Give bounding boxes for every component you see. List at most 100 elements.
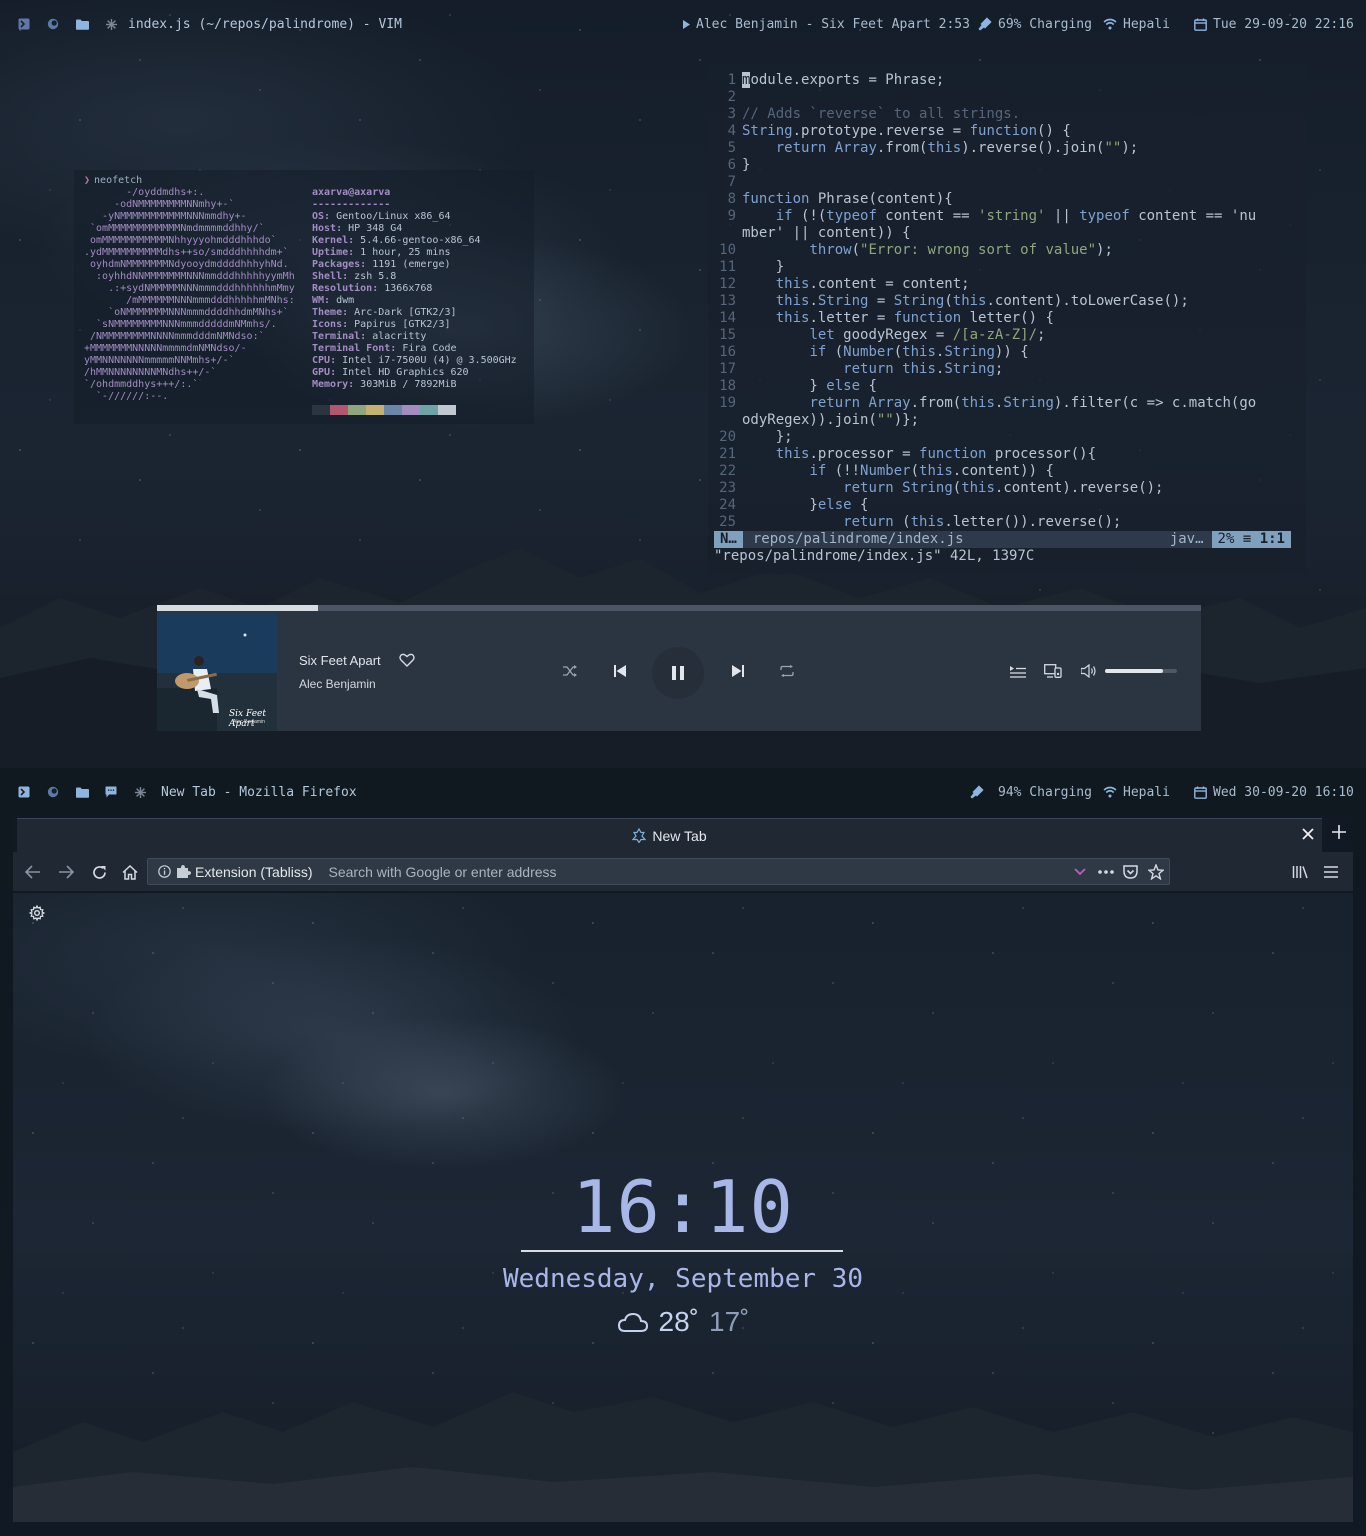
weather-low: 17˚ xyxy=(709,1306,750,1337)
palette-swatch xyxy=(330,405,348,415)
queue-icon[interactable] xyxy=(1008,661,1028,681)
line-code: if (!!Number(this.content)) { xyxy=(809,463,1054,479)
line-number: 24 xyxy=(719,497,736,513)
logo-line: /hMMNNNNNNNNMNdhs++/-` xyxy=(84,367,217,378)
palette-swatch xyxy=(366,405,384,415)
code-line: 5 return Array.from(this).reverse().join… xyxy=(714,140,1300,157)
line-number: 15 xyxy=(719,327,736,343)
pocket-icon[interactable] xyxy=(1123,864,1138,879)
vim-cursor-pos: 1:1 xyxy=(1259,531,1285,547)
track-title[interactable]: Six Feet Apart xyxy=(299,653,381,668)
logo-line: oyhdmNMMMMMMMNdyooydmddddhhhyhNd. xyxy=(84,259,289,270)
line-code: throw("Error: wrong sort of value"); xyxy=(809,242,1113,258)
shuffle-icon[interactable] xyxy=(560,661,580,681)
code-line: 18 } else { xyxy=(714,378,1300,395)
code-line: 8 function Phrase(content){ xyxy=(714,191,1300,208)
cloud-icon xyxy=(617,1312,648,1332)
track-artist[interactable]: Alec Benjamin xyxy=(299,677,376,691)
vim-filetype: jav… xyxy=(1169,531,1204,547)
volume-slider[interactable] xyxy=(1105,669,1177,673)
wifi-status: Hepali xyxy=(1103,783,1170,801)
album-artist: Alec Benjamin xyxy=(233,719,265,725)
home-icon[interactable] xyxy=(120,862,140,882)
url-dropdown-chevron-icon[interactable] xyxy=(1074,867,1086,876)
code-line: 10 throw("Error: wrong sort of value"); xyxy=(714,242,1300,259)
back-arrow-icon[interactable] xyxy=(23,862,43,882)
info-row: Memory: 303MiB / 7892MiB xyxy=(312,379,457,390)
vim-message: "repos/palindrome/index.js" 42L, 1397C xyxy=(714,548,1035,564)
album-art[interactable]: Six Feet Apart Alec Benjamin xyxy=(157,613,277,731)
reload-icon[interactable] xyxy=(89,862,109,882)
info-key: Terminal xyxy=(312,331,361,342)
code-buffer[interactable]: 1 module.exports = Phrase; 2 3 // Adds `reve… xyxy=(714,72,1300,531)
misc-tag-icon[interactable] xyxy=(133,785,147,799)
playback-progress-bar[interactable] xyxy=(157,605,1201,611)
line-number: 10 xyxy=(719,242,736,258)
info-value: 1191 (emerge) xyxy=(372,259,451,270)
wifi-icon xyxy=(1103,786,1117,798)
color-palette xyxy=(312,405,456,415)
logo-line: yMMNNNNNNNmmmmmNNMmhs+/-` xyxy=(84,355,235,366)
calendar-icon xyxy=(1194,786,1207,799)
pause-button[interactable] xyxy=(652,647,704,699)
logo-line: `oNMMMMMMMNNNmmmddddhhdmMNhs+` xyxy=(84,307,289,318)
new-tab-plus-icon[interactable] xyxy=(1331,824,1347,844)
code-line: 1 module.exports = Phrase; xyxy=(714,72,1300,89)
line-number: 3 xyxy=(727,106,736,122)
code-line: 24 }else { xyxy=(714,497,1300,514)
info-row: Shell: zsh 5.8 xyxy=(312,271,397,282)
info-key: Resolution xyxy=(312,283,373,294)
terminal-prompt: ❯ neofetch xyxy=(84,175,142,187)
code-line: 15 let goodyRegex = /[a-zA-Z]/; xyxy=(714,327,1300,344)
misc-tag-icon[interactable] xyxy=(104,17,118,31)
logo-line: :oyhhdNNMMMMMMMNNNmmdddhhhhhyymMh xyxy=(84,271,295,282)
browser-tag-icon[interactable] xyxy=(46,17,60,31)
code-line: 7 xyxy=(714,174,1300,191)
next-track-icon[interactable] xyxy=(728,661,748,681)
info-row: Terminal Font: Fira Code xyxy=(312,343,457,354)
previous-track-icon[interactable] xyxy=(610,661,630,681)
info-row: Packages: 1191 (emerge) xyxy=(312,259,451,270)
window-title: New Tab - Mozilla Firefox xyxy=(161,784,357,800)
info-key: Terminal Font xyxy=(312,343,391,354)
volume-icon[interactable] xyxy=(1079,661,1099,681)
url-input[interactable] xyxy=(328,863,1029,880)
hamburger-menu-icon[interactable] xyxy=(1321,862,1341,882)
library-icon[interactable] xyxy=(1290,862,1310,882)
terminal-tag-icon[interactable] xyxy=(17,17,31,31)
line-code: } xyxy=(742,259,785,275)
folder-tag-icon[interactable] xyxy=(75,785,89,799)
bookmark-star-icon[interactable] xyxy=(1148,863,1164,880)
line-number: 1 xyxy=(727,72,736,88)
workspace-tags: New Tab - Mozilla Firefox xyxy=(17,783,357,801)
info-row: OS: Gentoo/Linux x86_64 xyxy=(312,211,451,222)
browser-tag-icon[interactable] xyxy=(46,785,60,799)
line-number: 9 xyxy=(727,208,736,224)
tab-new-tab[interactable]: New Tab xyxy=(17,818,1322,852)
settings-gear-icon[interactable] xyxy=(28,904,46,925)
logo-line: `/ohdmmddhys+++/:.` xyxy=(84,379,199,390)
terminal-tag-icon[interactable] xyxy=(17,785,31,799)
now-playing[interactable]: Alec Benjamin - Six Feet Apart 2:53 xyxy=(683,15,970,33)
line-number: 11 xyxy=(719,259,736,275)
address-bar[interactable]: Extension (Tabliss) xyxy=(147,858,1170,885)
vim-editor[interactable]: 1 module.exports = Phrase; 2 3 // Adds `reve… xyxy=(708,64,1306,574)
code-line: 11 } xyxy=(714,259,1300,276)
page-actions-dots-icon[interactable] xyxy=(1098,869,1114,874)
code-line: 12 this.content = content; xyxy=(714,276,1300,293)
devices-icon[interactable] xyxy=(1043,661,1063,681)
bottom-screen: New Tab - Mozilla Firefox 94% Charging H… xyxy=(0,768,1366,1536)
line-number: 23 xyxy=(719,480,736,496)
forward-arrow-icon[interactable] xyxy=(56,862,76,882)
close-tab-icon[interactable] xyxy=(1302,827,1314,843)
logo-line: `omMMMMMMMMMMMMNmdmmmmddhhy/` xyxy=(84,223,265,234)
folder-tag-icon[interactable] xyxy=(75,17,89,31)
logo-line: /NMMMMMMMMNNNNmmmdddmNMNdso:` xyxy=(84,331,265,342)
neofetch-terminal[interactable]: ❯ neofetch -/oyddmdhs+:. -odNMMMMMMMMNNmh… xyxy=(74,170,534,424)
info-icon[interactable] xyxy=(158,865,171,878)
repeat-icon[interactable] xyxy=(777,661,797,681)
info-value: 303MiB / 7892MiB xyxy=(360,379,457,390)
workspace-tags: index.js (~/repos/palindrome) - VIM xyxy=(17,15,402,33)
chat-tag-icon[interactable] xyxy=(104,785,118,799)
like-heart-icon[interactable] xyxy=(399,653,415,672)
